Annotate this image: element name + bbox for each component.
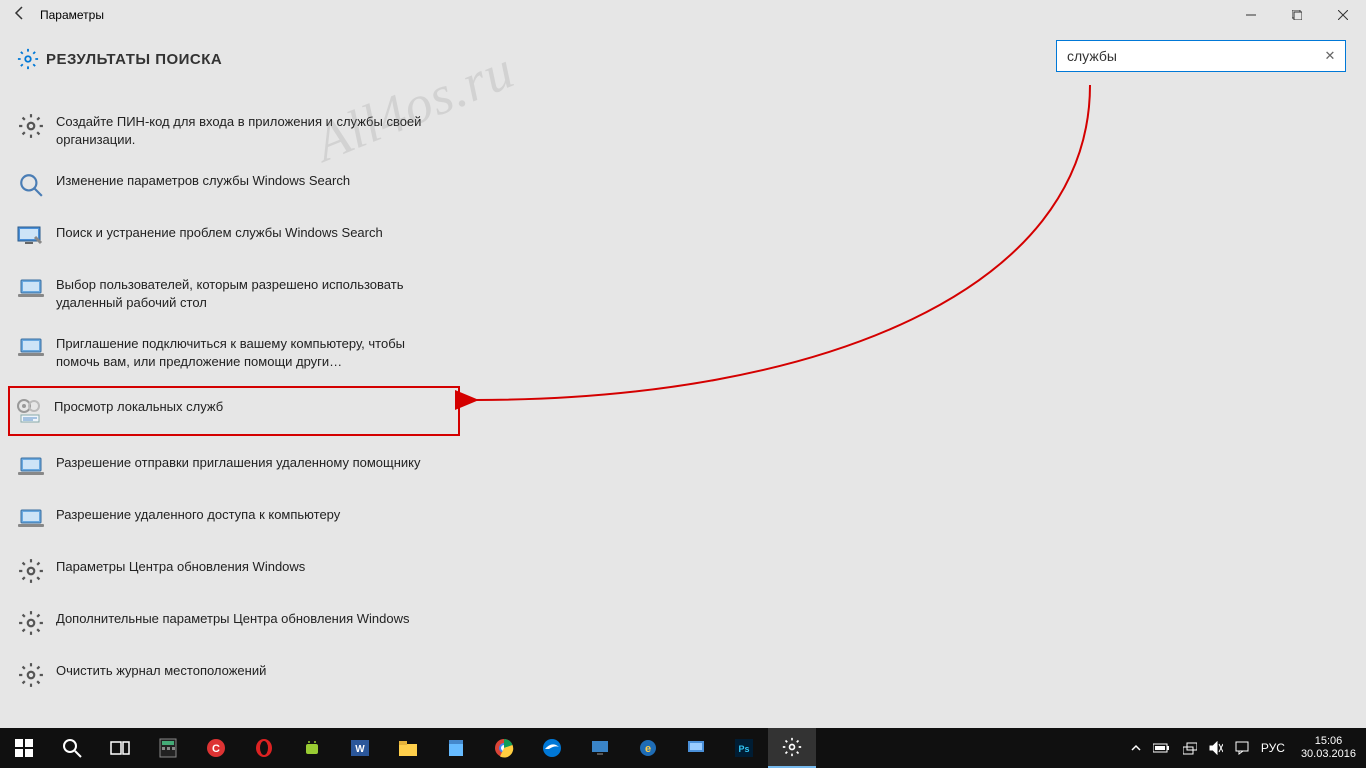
- laptop-icon: [16, 504, 46, 534]
- svg-text:Ps: Ps: [738, 744, 749, 754]
- taskbar-app-notepad[interactable]: [432, 728, 480, 768]
- result-text: Создайте ПИН-код для входа в приложения …: [56, 111, 436, 148]
- tray-network-icon[interactable]: [1177, 728, 1203, 768]
- result-item[interactable]: Дополнительные параметры Центра обновлен…: [10, 602, 460, 644]
- start-button[interactable]: [0, 728, 48, 768]
- services-icon: [14, 396, 44, 426]
- tray-show-hidden-icon[interactable]: [1125, 728, 1147, 768]
- monitor-wrench-icon: [16, 222, 46, 252]
- system-tray: РУС 15:06 30.03.2016: [1125, 728, 1366, 768]
- close-button[interactable]: [1320, 0, 1366, 30]
- result-item[interactable]: Просмотр локальных служб: [8, 386, 460, 436]
- window-title: Параметры: [40, 8, 104, 22]
- taskbar-app-calculator[interactable]: [144, 728, 192, 768]
- tray-battery-icon[interactable]: [1147, 728, 1177, 768]
- taskbar-app-edge[interactable]: [528, 728, 576, 768]
- taskbar-app-word[interactable]: W: [336, 728, 384, 768]
- tray-date: 30.03.2016: [1301, 748, 1356, 761]
- gear-icon: [16, 608, 46, 638]
- settings-gear-icon: [10, 48, 46, 70]
- laptop-icon: [16, 274, 46, 304]
- laptop-icon: [16, 333, 46, 363]
- tray-notifications-icon[interactable]: [1229, 728, 1255, 768]
- result-item[interactable]: Приглашение подключиться к вашему компью…: [10, 327, 460, 376]
- back-button[interactable]: [0, 5, 40, 26]
- result-text: Очистить журнал местоположений: [56, 660, 266, 680]
- maximize-button[interactable]: [1274, 0, 1320, 30]
- taskbar-app-ccleaner[interactable]: C: [192, 728, 240, 768]
- search-container: ✕: [1056, 40, 1346, 72]
- taskview-icon[interactable]: [96, 728, 144, 768]
- result-item[interactable]: Разрешение отправки приглашения удаленно…: [10, 446, 460, 488]
- result-item[interactable]: Изменение параметров службы Windows Sear…: [10, 164, 460, 206]
- laptop-icon: [16, 452, 46, 482]
- result-text: Разрешение отправки приглашения удаленно…: [56, 452, 421, 472]
- result-item[interactable]: Параметры Центра обновления Windows: [10, 550, 460, 592]
- result-text: Просмотр локальных служб: [54, 396, 223, 416]
- search-box[interactable]: ✕: [1056, 40, 1346, 72]
- tray-volume-icon[interactable]: [1203, 728, 1229, 768]
- result-text: Параметры Центра обновления Windows: [56, 556, 305, 576]
- result-text: Выбор пользователей, которым разрешено и…: [56, 274, 436, 311]
- tray-time: 15:06: [1301, 735, 1356, 748]
- magnifier-icon: [16, 170, 46, 200]
- taskbar-app-ie[interactable]: e: [624, 728, 672, 768]
- result-item[interactable]: Выбор пользователей, которым разрешено и…: [10, 268, 460, 317]
- tray-clock[interactable]: 15:06 30.03.2016: [1291, 735, 1366, 761]
- results-list: Создайте ПИН-код для входа в приложения …: [10, 105, 460, 696]
- page-title: РЕЗУЛЬТАТЫ ПОИСКА: [46, 51, 222, 68]
- titlebar: Параметры: [0, 0, 1366, 30]
- svg-text:C: C: [212, 743, 220, 755]
- svg-text:e: e: [645, 743, 651, 755]
- search-input[interactable]: [1067, 48, 1321, 64]
- result-item[interactable]: Очистить журнал местоположений: [10, 654, 460, 696]
- taskbar-app-opera[interactable]: [240, 728, 288, 768]
- taskbar-app-remote[interactable]: [576, 728, 624, 768]
- taskbar-app-explorer[interactable]: [384, 728, 432, 768]
- result-text: Поиск и устранение проблем службы Window…: [56, 222, 383, 242]
- result-text: Приглашение подключиться к вашему компью…: [56, 333, 436, 370]
- gear-icon: [16, 111, 46, 141]
- gear-icon: [16, 660, 46, 690]
- svg-text:W: W: [355, 744, 365, 755]
- result-text: Разрешение удаленного доступа к компьюте…: [56, 504, 340, 524]
- result-item[interactable]: Поиск и устранение проблем службы Window…: [10, 216, 460, 258]
- tray-language[interactable]: РУС: [1255, 728, 1291, 768]
- taskbar-app-photoshop[interactable]: Ps: [720, 728, 768, 768]
- result-text: Дополнительные параметры Центра обновлен…: [56, 608, 410, 628]
- taskbar-app-screenshot[interactable]: [672, 728, 720, 768]
- taskbar-app-android[interactable]: [288, 728, 336, 768]
- taskbar-app-chrome[interactable]: [480, 728, 528, 768]
- clear-search-icon[interactable]: ✕: [1321, 48, 1339, 64]
- result-item[interactable]: Создайте ПИН-код для входа в приложения …: [10, 105, 460, 154]
- taskbar: C W e Ps РУС 15:06 30.03.2016: [0, 728, 1366, 768]
- main-area: All4os.ru РЕЗУЛЬТАТЫ ПОИСКА ✕ Создайте П…: [0, 30, 1366, 728]
- result-item[interactable]: Разрешение удаленного доступа к компьюте…: [10, 498, 460, 540]
- search-taskbar-icon[interactable]: [48, 728, 96, 768]
- gear-icon: [16, 556, 46, 586]
- result-text: Изменение параметров службы Windows Sear…: [56, 170, 350, 190]
- minimize-button[interactable]: [1228, 0, 1274, 30]
- taskbar-app-settings[interactable]: [768, 728, 816, 768]
